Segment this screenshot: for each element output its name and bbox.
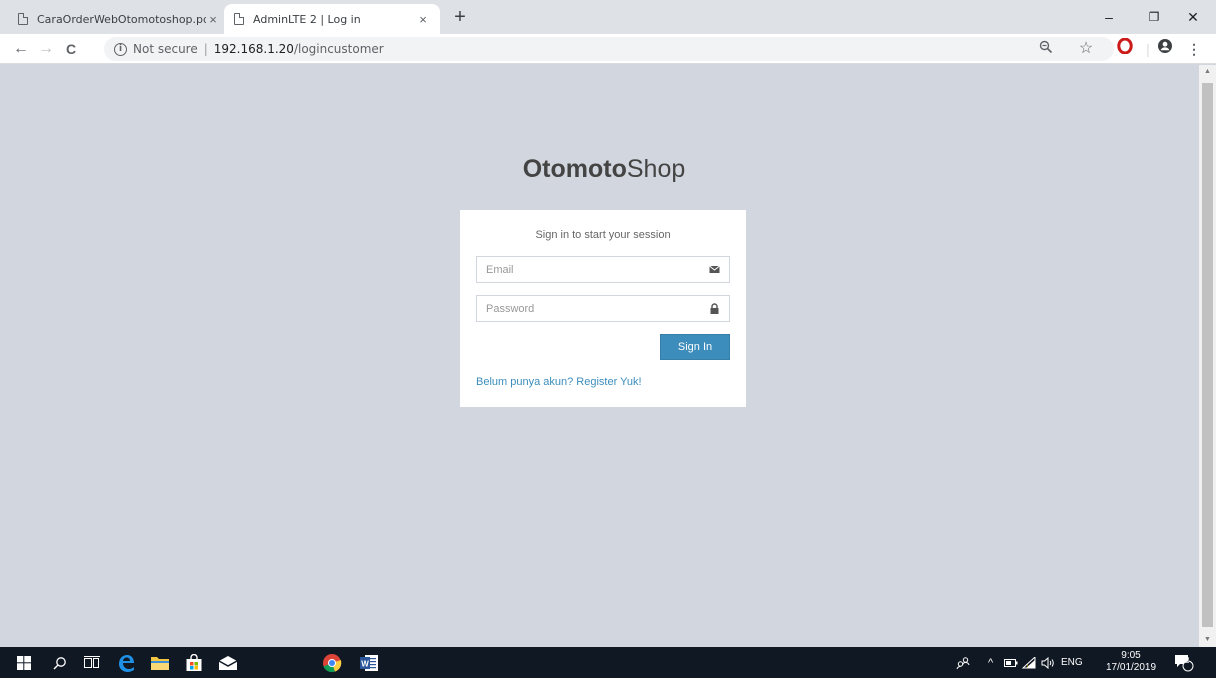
- browser-toolbar: ← → C i Not secure | 192.168.1.20/loginc…: [0, 34, 1216, 64]
- tray-chevron-up-icon[interactable]: ^: [988, 647, 993, 678]
- tab-pdf[interactable]: CaraOrderWebOtomotoshop.pdf ×: [8, 4, 230, 34]
- clock-date: 17/01/2019: [1106, 662, 1157, 673]
- task-view-icon[interactable]: [80, 651, 104, 675]
- tab-close-icon[interactable]: ×: [416, 12, 430, 27]
- forward-button[interactable]: →: [33, 36, 59, 62]
- store-icon[interactable]: [182, 651, 206, 675]
- info-icon[interactable]: i: [114, 42, 127, 56]
- zoom-icon[interactable]: [1034, 36, 1058, 62]
- windows-taskbar: W ^ ! ENG 9:05 17/01/2019 2: [0, 647, 1216, 678]
- tab-title: AdminLTE 2 | Log in: [253, 12, 361, 26]
- edge-browser-icon[interactable]: [114, 651, 138, 675]
- notification-center-icon[interactable]: [1174, 647, 1194, 678]
- login-box-message: Sign in to start your session: [535, 229, 671, 241]
- chrome-icon[interactable]: [320, 651, 344, 675]
- logo-bold-part: Otomoto: [522, 155, 627, 183]
- svg-text:W: W: [361, 660, 369, 669]
- file-explorer-icon[interactable]: [148, 651, 172, 675]
- clock-time: 9:05: [1121, 650, 1141, 661]
- new-tab-button[interactable]: +: [448, 5, 472, 29]
- minimize-button[interactable]: –: [1094, 4, 1124, 30]
- speaker-icon[interactable]: [1041, 647, 1055, 678]
- close-window-button[interactable]: ✕: [1178, 4, 1208, 30]
- opera-icon[interactable]: [1113, 36, 1137, 62]
- svg-text:!: !: [1027, 664, 1028, 669]
- security-label: Not secure: [133, 42, 198, 56]
- url-path: /logincustomer: [293, 42, 384, 56]
- word-icon[interactable]: W: [357, 651, 381, 675]
- back-button[interactable]: ←: [8, 36, 34, 62]
- menu-kebab-icon[interactable]: ⋮: [1182, 36, 1206, 62]
- wifi-icon[interactable]: !: [1022, 647, 1036, 678]
- email-field-group: [476, 256, 730, 283]
- envelope-icon: [709, 265, 720, 273]
- tab-title: CaraOrderWebOtomotoshop.pdf: [37, 12, 206, 26]
- url-host: 192.168.1.20: [213, 42, 294, 56]
- people-icon[interactable]: [956, 647, 970, 678]
- reload-button[interactable]: C: [58, 36, 84, 62]
- bookmark-star-icon[interactable]: ☆: [1074, 36, 1098, 62]
- mail-icon[interactable]: [216, 651, 240, 675]
- language-indicator[interactable]: ENG: [1061, 647, 1083, 678]
- login-box: Sign in to start your session Sign In Be…: [460, 210, 746, 407]
- button-row: Sign In: [476, 334, 730, 360]
- battery-icon[interactable]: [1004, 647, 1018, 678]
- taskbar-clock[interactable]: 9:05 17/01/2019: [1106, 650, 1156, 674]
- url-separator: |: [203, 42, 208, 56]
- password-field[interactable]: [477, 296, 729, 321]
- scroll-down-arrow-icon[interactable]: ▼: [1199, 633, 1216, 647]
- site-logo[interactable]: OtomotoShop: [460, 155, 748, 184]
- page-viewport: OtomotoShop Sign in to start your sessio…: [0, 65, 1216, 647]
- lock-icon: [710, 303, 719, 314]
- profile-icon[interactable]: [1153, 36, 1177, 62]
- password-field-group: [476, 295, 730, 322]
- document-icon: [18, 13, 28, 25]
- logo-rest-part: Shop: [626, 155, 686, 183]
- url-text: 192.168.1.20/logincustomer: [214, 42, 384, 56]
- scroll-up-arrow-icon[interactable]: ▲: [1199, 65, 1216, 79]
- tab-login[interactable]: AdminLTE 2 | Log in ×: [224, 4, 440, 34]
- register-link[interactable]: Belum punya akun? Register Yuk!: [476, 376, 730, 388]
- scrollbar-thumb[interactable]: [1202, 83, 1213, 627]
- page-scrollbar[interactable]: ▲ ▼: [1199, 65, 1216, 647]
- notification-count: 2: [1185, 655, 1190, 665]
- address-bar[interactable]: i Not secure | 192.168.1.20/logincustome…: [104, 37, 1114, 61]
- toolbar-divider: |: [1146, 41, 1150, 57]
- email-field[interactable]: [477, 257, 729, 282]
- document-icon: [234, 13, 244, 25]
- sign-in-button[interactable]: Sign In: [660, 334, 730, 360]
- restore-button[interactable]: ❐: [1139, 4, 1169, 30]
- tab-close-icon[interactable]: ×: [206, 12, 220, 27]
- windows-start-icon[interactable]: [12, 651, 36, 675]
- search-icon[interactable]: [48, 651, 72, 675]
- browser-tab-strip: CaraOrderWebOtomotoshop.pdf × AdminLTE 2…: [0, 0, 1216, 34]
